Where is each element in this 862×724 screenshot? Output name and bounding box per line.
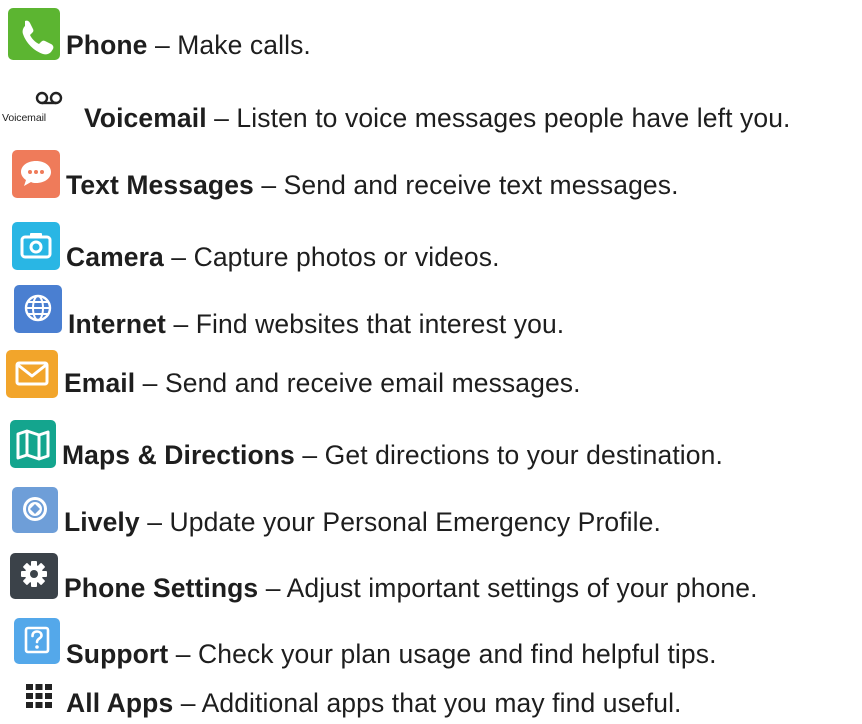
app-name: Text Messages	[66, 169, 254, 200]
app-description: – Adjust important settings of your phon…	[258, 572, 758, 603]
app-description: – Send and receive text messages.	[253, 169, 679, 200]
app-name: Lively	[64, 506, 140, 537]
app-name: Phone	[66, 29, 148, 60]
app-row-phone: Phone – Make calls.	[8, 8, 311, 60]
app-row-all-apps: All Apps – Additional apps that you may …	[24, 682, 682, 716]
gear-icon	[10, 553, 58, 599]
map-icon	[10, 420, 56, 468]
app-row-support: Support – Check your plan usage and find…	[14, 618, 717, 667]
lively-icon	[12, 487, 58, 533]
app-description: – Check your plan usage and find helpful…	[168, 638, 717, 669]
question-icon	[14, 618, 60, 664]
app-name: Voicemail	[84, 102, 207, 133]
app-description: – Get directions to your destination.	[294, 439, 723, 470]
app-row-camera: Camera – Capture photos or videos.	[12, 222, 500, 270]
app-row-lively: Lively – Update your Personal Emergency …	[12, 487, 661, 535]
app-description: – Additional apps that you may find usef…	[173, 687, 682, 718]
app-description: – Capture photos or videos.	[163, 241, 500, 272]
app-name: All Apps	[66, 687, 174, 718]
app-row-internet: Internet – Find websites that interest y…	[14, 285, 564, 337]
app-row-maps: Maps & Directions – Get directions to yo…	[10, 420, 723, 468]
app-description: – Make calls.	[147, 29, 311, 60]
camera-icon	[12, 222, 60, 270]
app-name: Phone Settings	[64, 572, 259, 603]
app-row-text-messages: Text Messages – Send and receive text me…	[12, 150, 679, 198]
grid-icon	[24, 682, 54, 710]
app-name: Support	[66, 638, 169, 669]
app-name: Internet	[68, 308, 166, 339]
voicemail-icon: Voicemail	[2, 90, 78, 132]
envelope-icon	[6, 350, 58, 398]
app-row-email: Email – Send and receive email messages.	[6, 350, 581, 398]
globe-icon	[14, 285, 62, 333]
app-name: Maps & Directions	[62, 439, 295, 470]
app-description: – Send and receive email messages.	[135, 367, 581, 398]
phone-icon	[8, 8, 60, 60]
text-messages-icon	[12, 150, 60, 198]
app-row-voicemail: Voicemail Voicemail – Listen to voice me…	[2, 90, 791, 132]
app-row-phone-settings: Phone Settings – Adjust important settin…	[10, 553, 758, 601]
app-description: – Update your Personal Emergency Profile…	[139, 506, 661, 537]
app-name: Email	[64, 367, 136, 398]
app-description: – Listen to voice messages people have l…	[206, 102, 791, 133]
voicemail-icon-label: Voicemail	[2, 112, 47, 124]
app-description: – Find websites that interest you.	[165, 308, 565, 339]
app-name: Camera	[66, 241, 164, 272]
